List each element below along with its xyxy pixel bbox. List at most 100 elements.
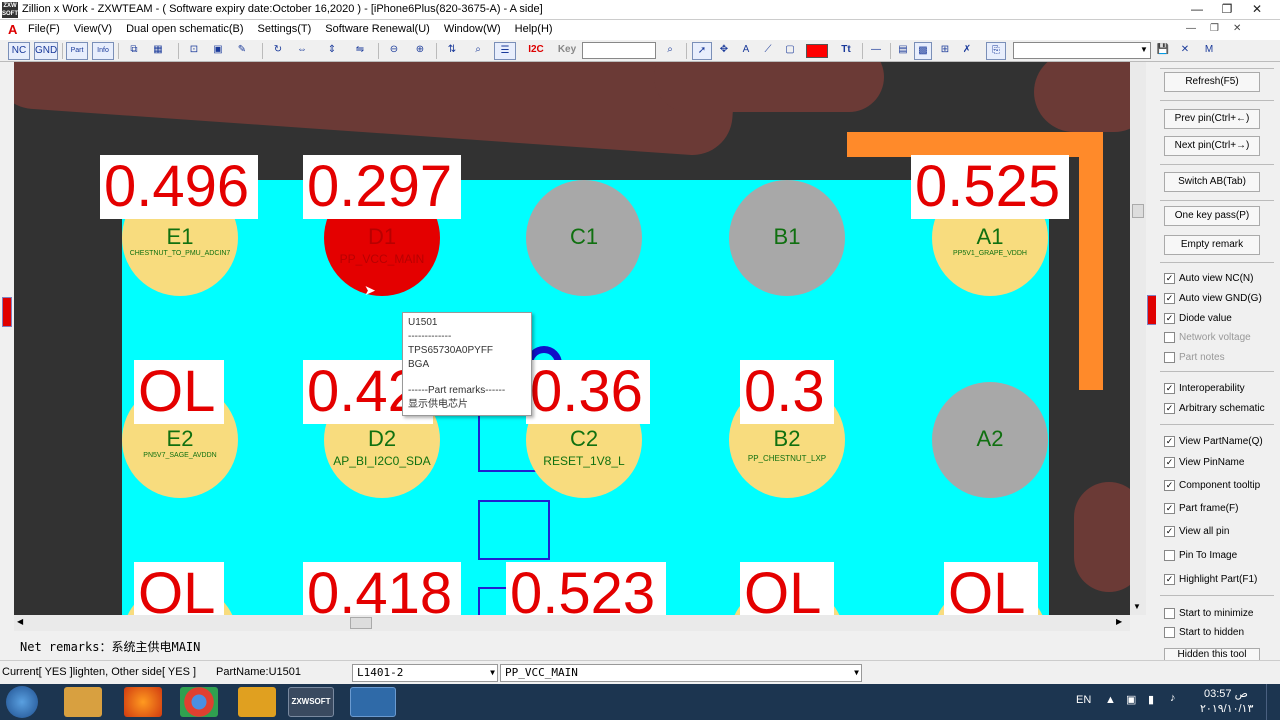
zxw-taskbar-icon[interactable]: ZXWSOFT xyxy=(288,687,334,717)
checkbox[interactable]: ✓ xyxy=(1164,272,1175,284)
chrome-icon[interactable] xyxy=(180,687,218,717)
key-input[interactable] xyxy=(582,42,656,59)
frame-icon[interactable]: ▣ xyxy=(208,42,228,60)
export-icon[interactable]: ⎘ xyxy=(986,42,1006,60)
highlight-part-checkbox[interactable]: ✓ Highlight Part(F1) xyxy=(1164,572,1257,586)
vertical-scroll-thumb[interactable] xyxy=(1132,204,1144,218)
tray-app-icon[interactable]: ▣ xyxy=(1126,693,1136,706)
checkbox[interactable]: ✓ xyxy=(1164,525,1175,537)
view-partname-checkbox[interactable]: ✓ View PartName(Q) xyxy=(1164,434,1263,448)
checkbox[interactable] xyxy=(1164,549,1175,561)
volume-icon[interactable]: ♪ xyxy=(1170,692,1176,704)
sort-icon[interactable]: ⇅ xyxy=(442,42,462,60)
network-icon[interactable]: ▮ xyxy=(1148,693,1154,706)
split-icon[interactable]: ⊞ xyxy=(936,42,954,60)
zoom-out-icon[interactable]: ⊖ xyxy=(384,42,404,60)
i2c-button[interactable]: I2C xyxy=(522,42,550,60)
clock-time[interactable]: 03:57 ص xyxy=(1204,687,1248,700)
show-desktop-button[interactable] xyxy=(1266,684,1280,720)
checkbox[interactable]: ✓ xyxy=(1164,382,1175,394)
menu-settings[interactable]: Settings(T) xyxy=(257,23,311,35)
menu-dual-open[interactable]: Dual open schematic(B) xyxy=(126,23,243,35)
scroll-down-icon[interactable]: ▼ xyxy=(1133,602,1141,611)
switch-ab-button[interactable]: Switch AB(Tab) xyxy=(1164,172,1260,192)
image-icon[interactable]: ▤ xyxy=(894,42,912,60)
menu-help[interactable]: Help(H) xyxy=(515,23,553,35)
checkbox[interactable]: ✓ xyxy=(1164,479,1175,491)
menu-renewal[interactable]: Software Renewal(U) xyxy=(325,23,430,35)
firefox-icon[interactable] xyxy=(124,687,162,717)
one-key-pass-button[interactable]: One key pass(P) xyxy=(1164,206,1260,226)
close-icon[interactable]: ✕ xyxy=(1176,42,1194,60)
start-hidden-checkbox[interactable]: Start to hidden xyxy=(1164,625,1244,639)
empty-remark-button[interactable]: Empty remark xyxy=(1164,235,1260,255)
flip-horizontal-icon[interactable]: ⇔ xyxy=(292,42,312,60)
media-player-icon[interactable] xyxy=(238,687,276,717)
checkbox[interactable] xyxy=(1164,607,1175,619)
horizontal-scroll-thumb[interactable] xyxy=(350,617,372,629)
part-frame-checkbox[interactable]: ✓ Part frame(F) xyxy=(1164,501,1238,515)
part-notes-checkbox[interactable]: Part notes xyxy=(1164,350,1225,364)
menu-view[interactable]: View(V) xyxy=(74,23,112,35)
find-icon[interactable]: ⌕ xyxy=(660,42,680,60)
next-pin-button[interactable]: Next pin(Ctrl+→) xyxy=(1164,136,1260,156)
rect-tool-icon[interactable]: ▢ xyxy=(780,42,800,60)
checkbox[interactable]: ✓ xyxy=(1164,435,1175,447)
clock-date[interactable]: ٢٠١٩/١٠/١٣ xyxy=(1200,702,1253,715)
zoom-video-icon[interactable] xyxy=(350,687,396,717)
photo-icon[interactable]: ▩ xyxy=(914,42,932,60)
zoom-in-icon[interactable]: ⊕ xyxy=(410,42,430,60)
scroll-left-icon[interactable]: ◀ xyxy=(17,617,23,626)
part-button[interactable]: Part xyxy=(66,42,88,60)
checkbox[interactable]: ✓ xyxy=(1164,312,1175,324)
net-search-input[interactable] xyxy=(1013,42,1151,59)
prev-pin-button[interactable]: Prev pin(Ctrl+←) xyxy=(1164,109,1260,129)
checkbox[interactable]: ✓ xyxy=(1164,573,1175,585)
checkbox[interactable]: ✓ xyxy=(1164,402,1175,414)
board-canvas[interactable]: E1 CHESTNUT_TO_PMU_ADCIN7 0.496 D1 PP_VC… xyxy=(14,62,1130,615)
arbitrary-schematic-checkbox[interactable]: ✓ Arbitrary schematic xyxy=(1164,401,1265,415)
color-swatch[interactable] xyxy=(806,44,828,58)
nc-button[interactable]: NC xyxy=(8,42,30,60)
menu-window[interactable]: Window(W) xyxy=(444,23,501,35)
component-tooltip-checkbox[interactable]: ✓ Component tooltip xyxy=(1164,478,1260,492)
layers-icon[interactable]: ⧉ xyxy=(124,42,144,60)
mdi-window-controls[interactable]: —❐✕ xyxy=(1186,23,1255,34)
language-indicator[interactable]: EN xyxy=(1076,694,1091,706)
start-button-icon[interactable] xyxy=(6,686,38,718)
minus-icon[interactable]: — xyxy=(866,42,886,60)
close-button[interactable]: ✕ xyxy=(1242,0,1272,18)
mirror-icon[interactable]: ⇋ xyxy=(350,42,370,60)
auto-view-nc-checkbox[interactable]: ✓ Auto view NC(N) xyxy=(1164,271,1253,285)
network-voltage-checkbox[interactable]: Network voltage xyxy=(1164,330,1251,344)
pin-to-image-checkbox[interactable]: Pin To Image xyxy=(1164,548,1237,562)
chevron-down-icon[interactable]: ▼ xyxy=(854,665,859,681)
search-icon[interactable]: ⌕ xyxy=(468,42,488,60)
view-pinname-checkbox[interactable]: ✓ View PinName xyxy=(1164,455,1244,469)
line-tool-icon[interactable]: ⟋ xyxy=(758,42,778,60)
file-explorer-icon[interactable] xyxy=(64,687,102,717)
checkbox[interactable] xyxy=(1164,626,1175,638)
diode-value-checkbox[interactable]: ✓ Diode value xyxy=(1164,311,1232,325)
scroll-right-icon[interactable]: ▶ xyxy=(1116,617,1122,626)
vertical-scrollbar[interactable]: ▼ xyxy=(1130,62,1146,615)
menu-file[interactable]: File(F) xyxy=(28,23,60,35)
view-all-pin-checkbox[interactable]: ✓ View all pin xyxy=(1164,524,1229,538)
grid-icon[interactable]: ▦ xyxy=(148,42,168,60)
pointer-icon[interactable]: ➚ xyxy=(692,42,712,60)
checkbox[interactable]: ✓ xyxy=(1164,456,1175,468)
chevron-down-icon[interactable]: ▼ xyxy=(1138,42,1150,60)
fit-icon[interactable]: ⊡ xyxy=(184,42,204,60)
edit-icon[interactable]: ✎ xyxy=(232,42,252,60)
auto-view-gnd-checkbox[interactable]: ✓ Auto view GND(G) xyxy=(1164,291,1262,305)
pan-icon[interactable]: ✥ xyxy=(714,42,734,60)
chevron-down-icon[interactable]: ▼ xyxy=(490,665,495,681)
text-size-icon[interactable]: Tt xyxy=(836,42,856,60)
gnd-button[interactable]: GND xyxy=(34,42,58,60)
minimize-button[interactable]: — xyxy=(1182,0,1212,18)
net-select[interactable]: PP_VCC_MAIN ▼ xyxy=(500,664,862,682)
checkbox[interactable] xyxy=(1164,331,1175,343)
maximize-button[interactable]: ❐ xyxy=(1212,0,1242,18)
tools-icon[interactable]: ✗ xyxy=(958,42,976,60)
flip-vertical-icon[interactable]: ⇕ xyxy=(322,42,342,60)
